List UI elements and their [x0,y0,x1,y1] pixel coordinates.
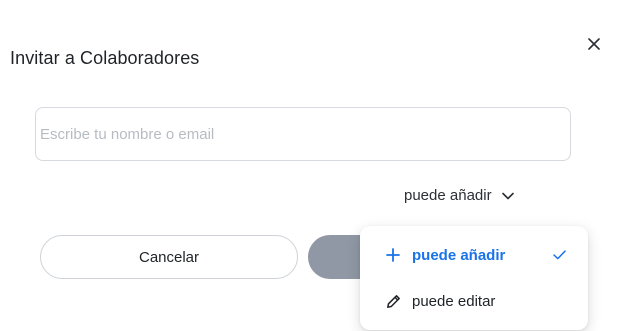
invite-collaborators-dialog: Invitar a Colaboradores puede añadir Can… [0,0,624,331]
cancel-button-label: Cancelar [138,248,200,266]
menu-item-puede-anadir[interactable]: puede añadir [360,232,588,278]
chevron-down-icon [501,192,514,199]
close-button[interactable] [584,34,604,54]
permission-dropdown-label: puede añadir [404,187,492,204]
dialog-title: Invitar a Colaboradores [10,48,200,68]
menu-item-puede-editar[interactable]: puede editar [360,278,588,324]
menu-item-label: puede editar [412,292,496,310]
plus-icon [384,248,402,262]
name-or-email-input[interactable] [35,107,571,161]
permission-menu: puede añadir puede editar [360,226,588,330]
cancel-button[interactable]: Cancelar [40,235,298,279]
close-icon [588,38,600,50]
menu-item-label: puede añadir [412,246,506,264]
pencil-icon [384,294,402,309]
check-icon [553,250,566,260]
permission-dropdown[interactable]: puede añadir [404,187,514,204]
